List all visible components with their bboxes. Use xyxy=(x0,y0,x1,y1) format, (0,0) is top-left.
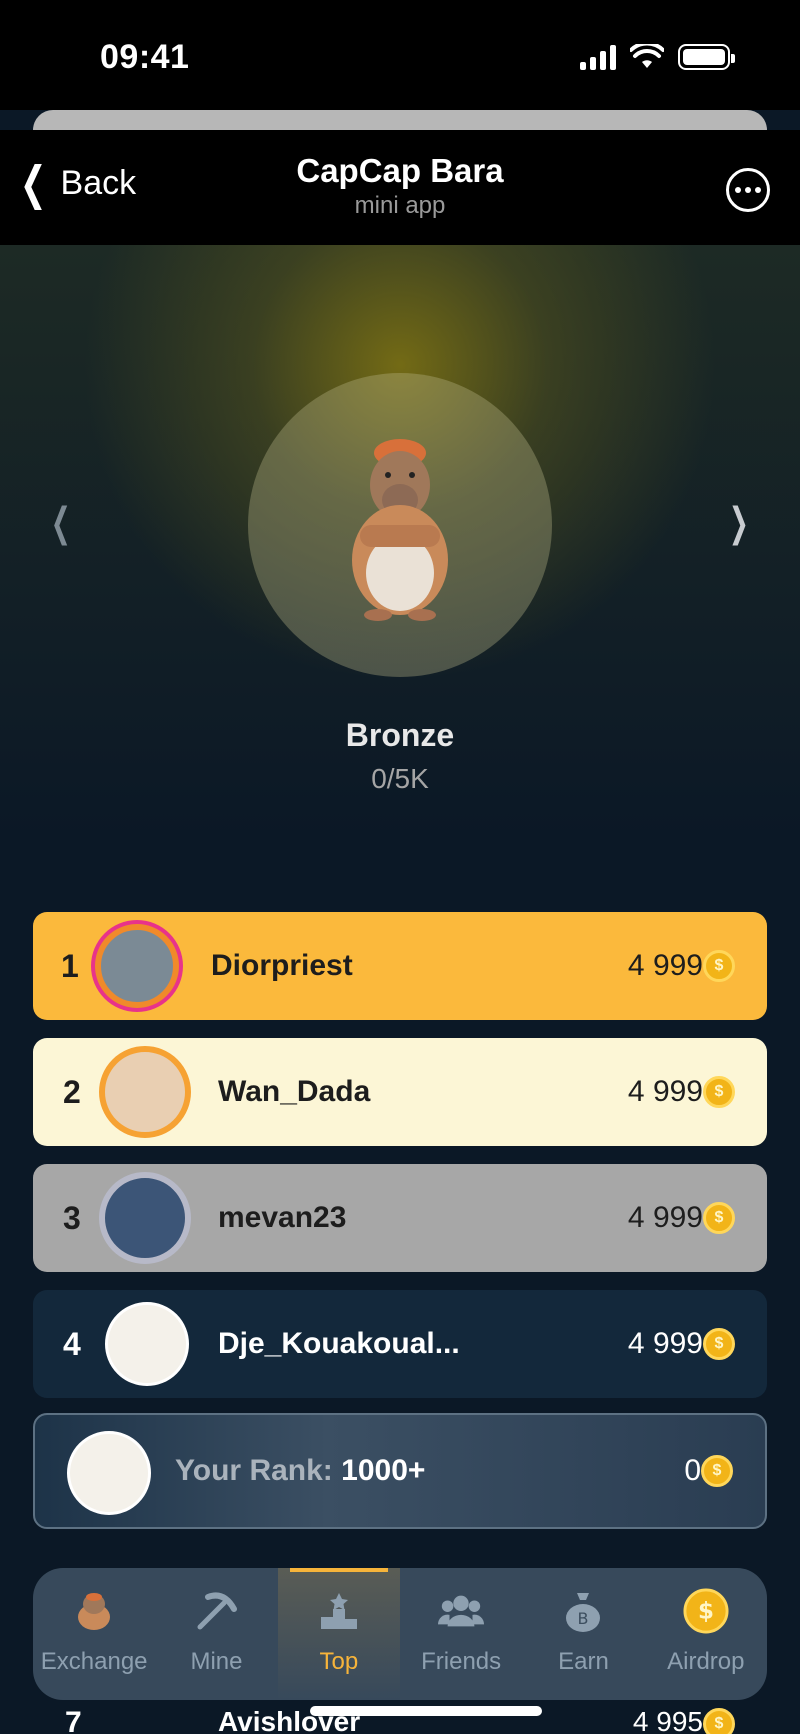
app-title: CapCap Bara xyxy=(296,152,504,189)
league-progress: 0/5K xyxy=(371,763,429,794)
coin-icon: $ xyxy=(703,1202,735,1234)
leaderboard-row[interactable]: 2 Wan_Dada 4 999 $ xyxy=(33,1038,767,1146)
league-hero: ❮ ❯ Bronze 0/5K xyxy=(0,245,800,905)
wifi-icon xyxy=(630,44,664,68)
nav-bar: ❮ Back CapCap Bara mini app xyxy=(0,130,800,245)
score: 4 995 xyxy=(632,1706,703,1734)
battery-icon xyxy=(678,44,735,70)
tab-friends[interactable]: Friends xyxy=(400,1568,522,1700)
capybara-mascot-icon xyxy=(352,439,448,621)
capybara-icon xyxy=(71,1588,117,1634)
avatar xyxy=(95,924,179,1008)
avatar xyxy=(105,1302,189,1386)
league-name: Bronze xyxy=(345,717,455,753)
your-score: 0 xyxy=(684,1454,701,1487)
avatar xyxy=(99,1046,191,1138)
coin-icon: $ xyxy=(703,950,735,982)
bottom-tab-bar: Exchange Mine Top Friends B Earn $ Airdr… xyxy=(33,1568,767,1700)
next-league-button[interactable]: ❯ xyxy=(729,500,749,546)
leaderboard-row[interactable]: 3 mevan23 4 999 $ xyxy=(33,1164,767,1272)
your-rank-text: Your Rank: xyxy=(175,1454,333,1487)
cellular-signal-icon xyxy=(580,44,616,70)
tab-label: Earn xyxy=(558,1648,609,1675)
tab-label: Airdrop xyxy=(667,1648,745,1675)
tab-airdrop[interactable]: $ Airdrop xyxy=(645,1568,767,1700)
username: mevan23 xyxy=(218,1201,347,1234)
score: 4 999 xyxy=(627,1201,703,1234)
username: Diorpriest xyxy=(211,949,353,982)
friends-icon xyxy=(438,1588,485,1634)
rank-number: 2 xyxy=(63,1073,81,1110)
sheet-edge xyxy=(33,110,767,130)
rank-number: 3 xyxy=(63,1199,81,1236)
avatar xyxy=(99,1172,191,1264)
home-indicator xyxy=(310,1706,542,1716)
svg-text:$: $ xyxy=(698,1599,714,1625)
tab-exchange[interactable]: Exchange xyxy=(33,1568,155,1700)
user-avatar xyxy=(67,1431,151,1515)
status-bar: 09:41 xyxy=(0,0,800,110)
tab-label: Top xyxy=(319,1648,359,1675)
coin-icon: $ xyxy=(701,1455,733,1487)
previous-league-button[interactable]: ❮ xyxy=(51,500,71,546)
status-icons xyxy=(580,44,735,70)
username: Wan_Dada xyxy=(218,1075,371,1108)
leaderboard-row[interactable]: 4 Dje_Kouakoual... 4 999 $ xyxy=(33,1290,767,1398)
your-rank-row[interactable]: Your Rank: 1000+ 0 $ xyxy=(33,1413,767,1529)
leaderboard-row[interactable]: 1 Diorpriest 4 999 $ xyxy=(33,912,767,1020)
pickaxe-icon xyxy=(193,1588,239,1634)
score: 4 999 xyxy=(627,1075,703,1108)
svg-text:B: B xyxy=(578,1609,589,1628)
score: 4 999 xyxy=(627,949,703,982)
rank-number: 1 xyxy=(61,947,79,984)
your-rank-label: Your Rank: 1000+ xyxy=(175,1454,425,1488)
money-bag-icon: B xyxy=(560,1588,606,1634)
tab-label: Mine xyxy=(190,1648,243,1675)
coin-icon: $ xyxy=(703,1076,735,1108)
podium-icon xyxy=(316,1588,362,1634)
tab-mine[interactable]: Mine xyxy=(155,1568,277,1700)
tab-label: Friends xyxy=(421,1648,502,1675)
app-subtitle: mini app xyxy=(354,192,446,219)
tab-earn[interactable]: B Earn xyxy=(522,1568,644,1700)
coin-icon: $ xyxy=(703,1328,735,1360)
status-time: 09:41 xyxy=(100,38,190,76)
coin-icon: $ xyxy=(703,1708,735,1734)
tab-label: Exchange xyxy=(40,1648,148,1675)
rank-number: 4 xyxy=(63,1325,81,1362)
more-options-button[interactable] xyxy=(726,168,770,212)
rank-number: 7 xyxy=(65,1706,82,1734)
more-dot-icon xyxy=(735,187,741,193)
your-rank-value: 1000+ xyxy=(341,1454,426,1487)
username: Dje_Kouakoual... xyxy=(218,1327,460,1360)
coin-icon: $ xyxy=(683,1588,729,1634)
score: 4 999 xyxy=(627,1327,703,1360)
tab-top[interactable]: Top xyxy=(277,1568,400,1700)
